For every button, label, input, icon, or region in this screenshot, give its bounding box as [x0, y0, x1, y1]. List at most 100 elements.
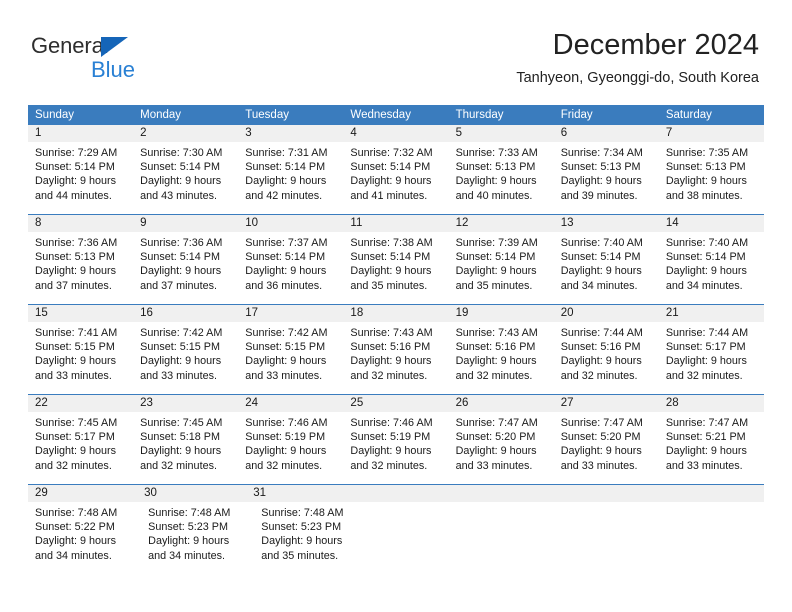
day-cell[interactable]: Sunrise: 7:37 AM Sunset: 5:14 PM Daylight:… [238, 232, 343, 304]
day-number[interactable]: 26 [449, 395, 554, 412]
day-cell[interactable]: Sunrise: 7:32 AM Sunset: 5:14 PM Daylight:… [343, 142, 448, 214]
day-cell[interactable]: Sunrise: 7:35 AM Sunset: 5:13 PM Daylight:… [659, 142, 764, 214]
day-cell[interactable]: Sunrise: 7:44 AM Sunset: 5:17 PM Daylight:… [659, 322, 764, 394]
daylight-text: Daylight: 9 hours [35, 175, 117, 188]
day-number[interactable]: 11 [343, 215, 448, 232]
daylight-text: Daylight: 9 hours [560, 175, 642, 188]
daylight-text: and 35 minutes. [350, 279, 428, 292]
sunset-text: Sunset: 5:14 PM [140, 161, 220, 174]
day-number[interactable]: 19 [449, 305, 554, 322]
day-number[interactable]: 9 [133, 215, 238, 232]
sunset-text: Sunset: 5:13 PM [35, 251, 115, 264]
day-number[interactable]: 20 [554, 305, 659, 322]
day-number[interactable]: 12 [449, 215, 554, 232]
day-number[interactable]: 2 [133, 125, 238, 142]
sunrise-text: Sunrise: 7:40 AM [560, 237, 643, 249]
day-cell[interactable]: Sunrise: 7:29 AM Sunset: 5:14 PM Daylight:… [28, 142, 133, 214]
day-number[interactable]: 24 [238, 395, 343, 412]
day-number[interactable]: 14 [659, 215, 764, 232]
day-cell[interactable]: Sunrise: 7:34 AM Sunset: 5:13 PM Daylight:… [554, 142, 659, 214]
day-number[interactable]: 29 [28, 485, 137, 502]
daylight-text: and 32 minutes. [560, 369, 638, 382]
day-cell[interactable]: Sunrise: 7:38 AM Sunset: 5:14 PM Daylight:… [343, 232, 448, 304]
day-number[interactable]: 23 [133, 395, 238, 412]
sunset-text: Sunset: 5:20 PM [455, 431, 536, 444]
sunrise-text: Sunrise: 7:29 AM [35, 147, 118, 159]
day-number[interactable]: 10 [238, 215, 343, 232]
calendar-weeks: 1 2 3 4 5 6 7 Sunrise: 7:29 AM Sunset: 5:14 PM Da… [28, 125, 764, 574]
day-number[interactable]: 6 [554, 125, 659, 142]
day-cell[interactable]: Sunrise: 7:36 AM Sunset: 5:14 PM Daylight:… [133, 232, 238, 304]
daylight-text: and 33 minutes. [35, 369, 112, 382]
day-number[interactable]: 31 [246, 485, 355, 502]
day-number[interactable]: 7 [659, 125, 764, 142]
page-title: December 2024 [552, 29, 759, 61]
day-number[interactable]: 30 [137, 485, 246, 502]
day-cell[interactable]: Sunrise: 7:47 AM Sunset: 5:20 PM Daylight:… [554, 412, 659, 484]
day-number[interactable]: 25 [343, 395, 448, 412]
day-number-row: 29 30 31 [28, 485, 764, 502]
day-cell[interactable]: Sunrise: 7:42 AM Sunset: 5:15 PM Daylight:… [238, 322, 343, 394]
day-number[interactable]: 13 [554, 215, 659, 232]
day-info-row: Sunrise: 7:41 AM Sunset: 5:15 PM Daylight:… [28, 322, 764, 394]
day-cell[interactable]: Sunrise: 7:43 AM Sunset: 5:16 PM Daylight:… [343, 322, 448, 394]
day-cell[interactable]: Sunrise: 7:41 AM Sunset: 5:15 PM Daylight:… [28, 322, 133, 394]
weekday-header-monday: Monday [140, 109, 182, 121]
sunset-text: Sunset: 5:14 PM [350, 251, 431, 264]
day-number[interactable]: 3 [238, 125, 343, 142]
day-cell[interactable]: Sunrise: 7:45 AM Sunset: 5:18 PM Daylight:… [133, 412, 238, 484]
empty-day-cell [560, 485, 662, 502]
day-number[interactable]: 16 [133, 305, 238, 322]
day-cell[interactable]: Sunrise: 7:36 AM Sunset: 5:13 PM Daylight:… [28, 232, 133, 304]
day-number[interactable]: 22 [28, 395, 133, 412]
day-cell[interactable]: Sunrise: 7:46 AM Sunset: 5:19 PM Daylight:… [238, 412, 343, 484]
day-cell[interactable]: Sunrise: 7:40 AM Sunset: 5:14 PM Daylight:… [554, 232, 659, 304]
daylight-text: and 34 minutes. [148, 549, 225, 562]
day-number[interactable]: 27 [554, 395, 659, 412]
daylight-text: and 33 minutes. [245, 369, 323, 382]
day-cell[interactable]: Sunrise: 7:48 AM Sunset: 5:23 PM Daylight:… [254, 502, 367, 574]
day-cell[interactable]: Sunrise: 7:31 AM Sunset: 5:14 PM Daylight:… [238, 142, 343, 214]
day-number[interactable]: 8 [28, 215, 133, 232]
empty-day-cell [662, 485, 764, 502]
day-number[interactable]: 1 [28, 125, 133, 142]
sunset-text: Sunset: 5:13 PM [455, 161, 536, 174]
sunset-text: Sunset: 5:15 PM [35, 341, 115, 354]
calendar-page: General Blue December 2024 Tanhyeon, Gye… [0, 0, 792, 612]
day-cell[interactable]: Sunrise: 7:46 AM Sunset: 5:19 PM Daylight:… [343, 412, 448, 484]
day-cell[interactable]: Sunrise: 7:45 AM Sunset: 5:17 PM Daylight:… [28, 412, 133, 484]
sunrise-text: Sunrise: 7:42 AM [245, 327, 328, 339]
title-block: December 2024 Tanhyeon, Gyeonggi-do, Sou… [516, 28, 759, 88]
daylight-text: and 32 minutes. [35, 459, 112, 472]
day-number[interactable]: 18 [343, 305, 448, 322]
day-cell[interactable]: Sunrise: 7:43 AM Sunset: 5:16 PM Daylight:… [449, 322, 554, 394]
day-number[interactable]: 15 [28, 305, 133, 322]
sunrise-text: Sunrise: 7:41 AM [35, 327, 118, 339]
daylight-text: Daylight: 9 hours [245, 355, 327, 368]
day-cell[interactable]: Sunrise: 7:30 AM Sunset: 5:14 PM Daylight:… [133, 142, 238, 214]
day-number[interactable]: 4 [343, 125, 448, 142]
day-number[interactable]: 5 [449, 125, 554, 142]
general-blue-logo[interactable]: General Blue [31, 33, 261, 83]
empty-day-cell [355, 485, 457, 502]
day-cell[interactable]: Sunrise: 7:48 AM Sunset: 5:22 PM Daylight:… [28, 502, 141, 574]
empty-day-cell [367, 502, 466, 574]
sunset-text: Sunset: 5:13 PM [560, 161, 641, 174]
day-cell[interactable]: Sunrise: 7:47 AM Sunset: 5:20 PM Daylight:… [449, 412, 554, 484]
day-cell[interactable]: Sunrise: 7:48 AM Sunset: 5:23 PM Daylight:… [141, 502, 254, 574]
day-cell[interactable]: Sunrise: 7:33 AM Sunset: 5:13 PM Daylight:… [449, 142, 554, 214]
day-cell[interactable]: Sunrise: 7:42 AM Sunset: 5:15 PM Daylight:… [133, 322, 238, 394]
day-number[interactable]: 21 [659, 305, 764, 322]
day-cell[interactable]: Sunrise: 7:40 AM Sunset: 5:14 PM Daylight:… [659, 232, 764, 304]
sunset-text: Sunset: 5:17 PM [35, 431, 115, 444]
daylight-text: Daylight: 9 hours [350, 265, 432, 278]
empty-day-cell [458, 485, 560, 502]
day-cell[interactable]: Sunrise: 7:47 AM Sunset: 5:21 PM Daylight:… [659, 412, 764, 484]
day-number[interactable]: 17 [238, 305, 343, 322]
day-cell[interactable]: Sunrise: 7:39 AM Sunset: 5:14 PM Daylight:… [449, 232, 554, 304]
day-number[interactable]: 28 [659, 395, 764, 412]
daylight-text: Daylight: 9 hours [245, 175, 327, 188]
daylight-text: and 42 minutes. [245, 189, 323, 202]
day-cell[interactable]: Sunrise: 7:44 AM Sunset: 5:16 PM Daylight:… [554, 322, 659, 394]
day-number-row: 22 23 24 25 26 27 28 [28, 395, 764, 412]
